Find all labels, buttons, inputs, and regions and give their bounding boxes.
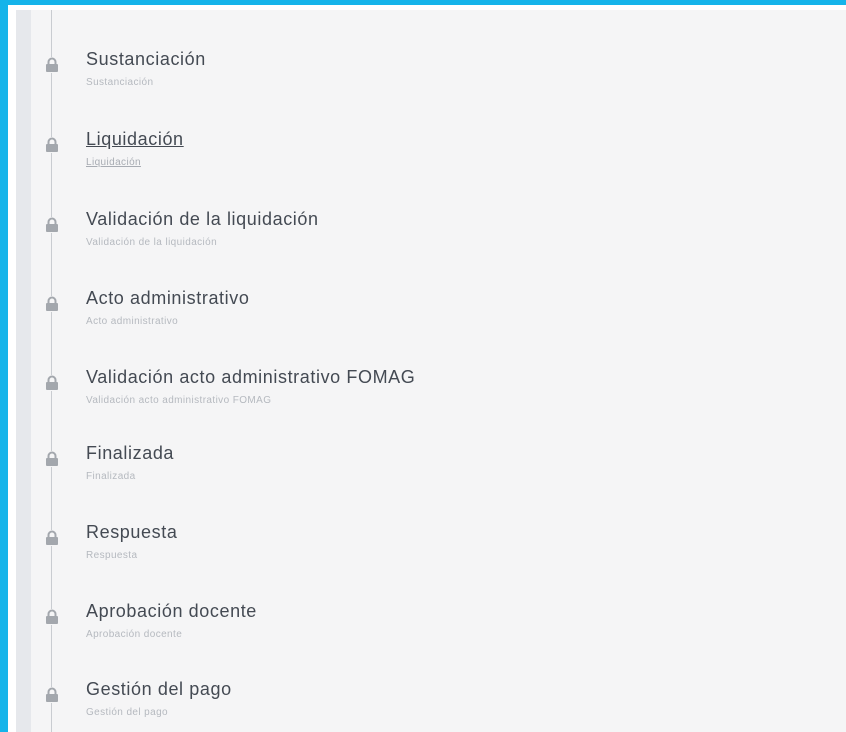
step-title: Aprobación docente	[86, 601, 257, 621]
step-title: Respuesta	[86, 522, 178, 542]
timeline-step-respuesta[interactable]: Respuesta Respuesta	[8, 520, 846, 590]
step-title: Validación de la liquidación	[86, 209, 319, 229]
timeline-step-gestion-pago[interactable]: Gestión del pago Gestión del pago	[8, 677, 846, 732]
lock-icon	[45, 375, 59, 391]
step-title: Gestión del pago	[86, 679, 232, 699]
step-title: Acto administrativo	[86, 288, 250, 308]
step-subtitle: Sustanciación	[86, 77, 154, 88]
lock-icon	[45, 296, 59, 312]
step-subtitle: Acto administrativo	[86, 316, 179, 327]
timeline-step-validacion-fomag[interactable]: Validación acto administrativo FOMAG Val…	[8, 365, 846, 435]
timeline-step-aprobacion-docente[interactable]: Aprobación docente Aprobación docente	[8, 599, 846, 669]
step-subtitle: Aprobación docente	[86, 629, 183, 640]
step-title: Sustanciación	[86, 49, 206, 69]
lock-icon	[45, 137, 59, 153]
step-subtitle: Validación acto administrativo FOMAG	[86, 395, 272, 406]
timeline-steps: Sustanciación Sustanciación Liquidación …	[8, 5, 846, 732]
lock-icon	[45, 57, 59, 73]
step-title-link[interactable]: Liquidación	[86, 129, 184, 150]
lock-icon	[45, 530, 59, 546]
timeline-step-validacion-liquidacion[interactable]: Validación de la liquidación Validación …	[8, 207, 846, 277]
process-timeline-panel: Sustanciación Sustanciación Liquidación …	[0, 0, 846, 732]
lock-icon	[45, 687, 59, 703]
lock-icon	[45, 451, 59, 467]
lock-icon	[45, 217, 59, 233]
lock-icon	[45, 609, 59, 625]
step-subtitle: Validación de la liquidación	[86, 237, 218, 248]
step-title: Validación acto administrativo FOMAG	[86, 367, 416, 387]
step-subtitle: Respuesta	[86, 550, 138, 561]
step-subtitle: Finalizada	[86, 471, 136, 482]
step-title: Finalizada	[86, 443, 175, 463]
timeline-step-sustanciacion[interactable]: Sustanciación Sustanciación	[8, 47, 846, 117]
timeline-step-liquidacion[interactable]: Liquidación Liquidación	[8, 127, 846, 197]
step-subtitle-link[interactable]: Liquidación	[86, 157, 141, 168]
step-subtitle: Gestión del pago	[86, 707, 169, 718]
timeline-step-acto-administrativo[interactable]: Acto administrativo Acto administrativo	[8, 286, 846, 356]
timeline-step-finalizada[interactable]: Finalizada Finalizada	[8, 441, 846, 511]
